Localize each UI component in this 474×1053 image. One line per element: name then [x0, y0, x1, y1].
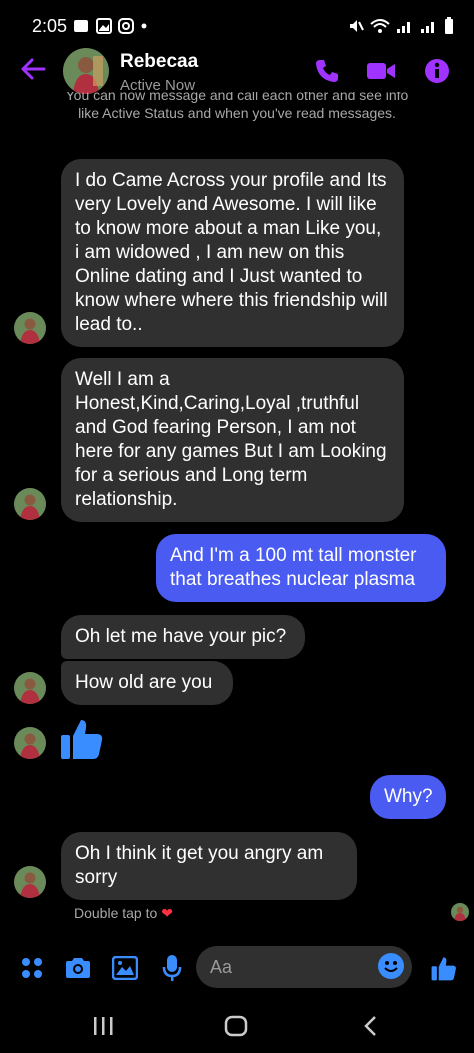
incoming-message[interactable]: Oh I think it get you angry am sorry	[61, 832, 357, 900]
info-button[interactable]	[422, 56, 452, 86]
video-call-button[interactable]	[366, 56, 396, 86]
incoming-message[interactable]: I do Came Across your profile and Its ve…	[61, 159, 404, 347]
contact-name[interactable]: Rebecaa	[120, 51, 198, 73]
contact-avatar[interactable]	[63, 48, 109, 94]
double-tap-text: Double tap to	[74, 905, 158, 921]
sender-avatar[interactable]	[14, 672, 46, 704]
chevron-left-icon	[364, 1016, 376, 1036]
gallery-notification-icon	[96, 18, 112, 34]
dot-icon	[141, 23, 147, 29]
incoming-message[interactable]: Oh let me have your pic?	[61, 615, 305, 659]
incoming-message[interactable]: Well I am a Honest,Kind,Caring,Loyal ,tr…	[61, 358, 404, 522]
incoming-message[interactable]: How old are you	[61, 661, 233, 705]
instagram-notification-icon	[118, 18, 134, 34]
apps-icon	[22, 958, 42, 978]
home-icon	[224, 1015, 248, 1037]
wifi-icon	[370, 19, 390, 33]
voice-message-button[interactable]	[158, 954, 186, 982]
outgoing-message[interactable]: And I'm a 100 mt tall monster that breat…	[156, 534, 446, 602]
sender-avatar[interactable]	[14, 866, 46, 898]
emoji-button[interactable]	[378, 953, 404, 979]
microphone-icon	[162, 955, 182, 981]
recents-icon	[94, 1017, 113, 1035]
composer-bar	[0, 942, 474, 994]
outgoing-message[interactable]: Why?	[370, 775, 446, 819]
sender-avatar[interactable]	[14, 727, 46, 759]
thumbs-up-icon[interactable]	[60, 716, 104, 760]
status-left-icons	[72, 17, 148, 35]
mute-icon	[350, 20, 364, 32]
home-button[interactable]	[222, 1014, 250, 1038]
sender-avatar[interactable]	[14, 312, 46, 344]
camera-button[interactable]	[64, 954, 92, 982]
status-time: 2:05	[32, 16, 68, 36]
recents-button[interactable]	[89, 1014, 117, 1038]
video-icon	[367, 63, 395, 79]
battery-icon	[445, 17, 453, 34]
read-receipt-avatar	[451, 903, 469, 921]
double-tap-hint: Double tap to ❤	[74, 905, 173, 922]
heart-icon: ❤	[161, 905, 173, 921]
image-icon	[112, 956, 138, 980]
signal-2-icon	[421, 22, 434, 33]
system-note-text: You can now message and call each other …	[65, 92, 409, 121]
notification-icon	[74, 20, 88, 32]
system-back-button[interactable]	[356, 1014, 384, 1038]
sender-avatar[interactable]	[14, 488, 46, 520]
thumbs-up-icon	[431, 957, 456, 981]
status-right-icons	[348, 17, 454, 35]
like-button[interactable]	[430, 954, 458, 982]
camera-icon	[66, 958, 90, 978]
signal-icon	[397, 22, 410, 33]
emoji-icon	[384, 961, 398, 972]
voice-call-button[interactable]	[312, 56, 342, 86]
back-arrow-icon[interactable]	[20, 56, 46, 82]
info-icon	[425, 59, 449, 83]
system-note: You can now message and call each other …	[60, 92, 414, 144]
phone-icon	[316, 60, 338, 82]
system-nav-bar	[0, 1000, 474, 1053]
apps-button[interactable]	[18, 954, 46, 982]
gallery-button[interactable]	[111, 954, 139, 982]
